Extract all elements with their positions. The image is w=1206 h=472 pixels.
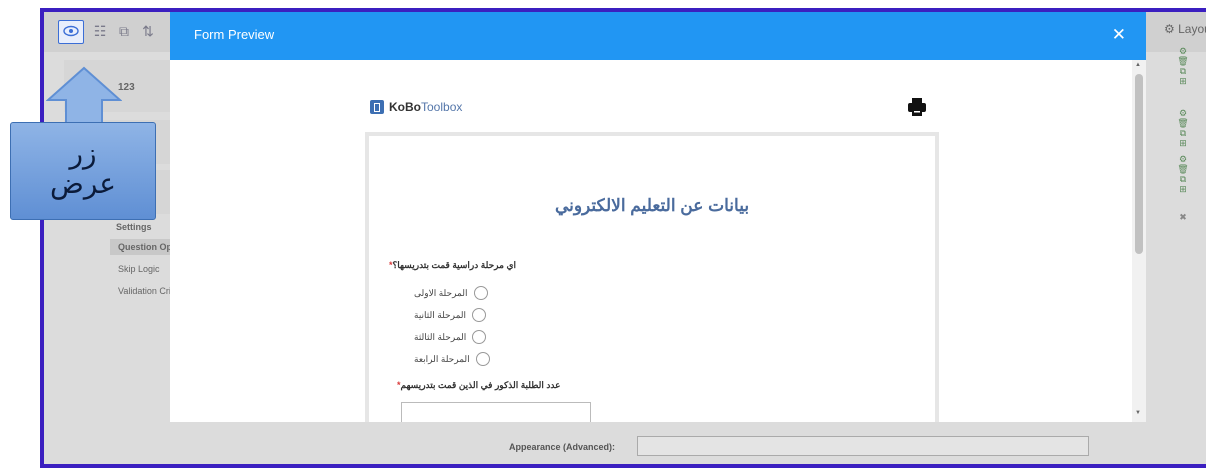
group-button[interactable]: ⧉ xyxy=(112,20,136,42)
annotation-callout: زر عرض xyxy=(10,122,156,220)
modal-header: Form Preview ✕ xyxy=(170,12,1146,60)
layout-label: Layout & xyxy=(1178,22,1206,36)
scroll-thumb[interactable] xyxy=(1135,74,1143,254)
form-title: بيانات عن التعليم الالكتروني xyxy=(554,196,750,215)
kobo-logo: KoBo Toolbox xyxy=(370,100,462,114)
scroll-down-arrow[interactable]: ▼ xyxy=(1135,410,1141,416)
scroll-up-arrow[interactable]: ▲ xyxy=(1135,62,1141,68)
row-action-icons[interactable]: ⚙ 🗑 ⧉ ⊞ xyxy=(1176,46,1190,86)
radio-option[interactable]: المرحلة الاولى xyxy=(414,286,488,300)
close-button[interactable]: ✕ xyxy=(1112,25,1126,45)
radio-option[interactable]: المرحلة الثانية xyxy=(414,308,487,322)
scrollbar[interactable]: ▲ ▼ xyxy=(1132,60,1146,422)
logo-text-toolbox: Toolbox xyxy=(421,100,463,114)
print-icon[interactable] xyxy=(906,96,928,118)
skip-logic-tab[interactable]: Skip Logic xyxy=(118,264,160,274)
question-label: عدد الطلبة الذكور في الذين قمت بتدريسهم* xyxy=(397,380,560,391)
radio-button[interactable] xyxy=(472,308,487,322)
form-preview-body: KoBo Toolbox بيانات عن التعليم الالكتروني… xyxy=(170,60,1146,422)
form-paper: بيانات عن التعليم الالكتروني اي مرحلة در… xyxy=(365,132,939,422)
tools-icon: ⇅ xyxy=(142,23,154,39)
question-label: اي مرحلة دراسية قمت بتدريسها؟* xyxy=(389,260,516,271)
number-input[interactable] xyxy=(401,402,591,422)
radio-button[interactable] xyxy=(475,352,490,366)
radio-option[interactable]: المرحلة الرابعة xyxy=(414,352,490,366)
option-label: المرحلة الثانية xyxy=(414,309,467,320)
close-row-icon[interactable]: ✖ xyxy=(1176,212,1190,222)
eye-icon xyxy=(63,25,79,37)
radio-option[interactable]: المرحلة الثالثة xyxy=(414,330,487,344)
preview-eye-button[interactable] xyxy=(58,20,84,44)
list-view-button[interactable]: ☷ xyxy=(88,20,112,42)
logo-text-kobo: KoBo xyxy=(389,100,421,114)
radio-button[interactable] xyxy=(473,286,488,300)
row-action-icons[interactable]: ⚙ 🗑 ⧉ ⊞ xyxy=(1176,108,1190,148)
group-icon: ⧉ xyxy=(119,23,129,39)
gear-icon: ⚙ xyxy=(1164,22,1175,36)
option-label: المرحلة الثالثة xyxy=(414,331,467,342)
annotation-line-2: عرض xyxy=(49,168,116,199)
list-icon: ☷ xyxy=(93,23,107,39)
question-text: عدد الطلبة الذكور في الذين قمت بتدريسهم xyxy=(400,380,561,390)
question-text: اي مرحلة دراسية قمت بتدريسها؟ xyxy=(392,260,516,270)
modal-title: Form Preview xyxy=(194,27,275,42)
annotation-line-1: زر xyxy=(69,138,97,169)
radio-button[interactable] xyxy=(472,330,487,344)
appearance-label: Appearance (Advanced): xyxy=(509,442,616,452)
appearance-input[interactable] xyxy=(637,436,1089,456)
kobo-logo-icon xyxy=(370,100,384,114)
up-arrow-annotation xyxy=(46,66,122,125)
tools-button[interactable]: ⇅ xyxy=(136,20,160,42)
settings-heading[interactable]: Settings xyxy=(116,222,152,232)
layout-settings-button[interactable]: ⚙ Layout & xyxy=(1164,22,1206,36)
row-action-icons[interactable]: ⚙ 🗑 ⧉ ⊞ xyxy=(1176,154,1190,194)
option-label: المرحلة الرابعة xyxy=(414,353,470,364)
option-label: المرحلة الاولى xyxy=(414,287,468,298)
validation-criteria-tab[interactable]: Validation Crit xyxy=(118,286,173,296)
